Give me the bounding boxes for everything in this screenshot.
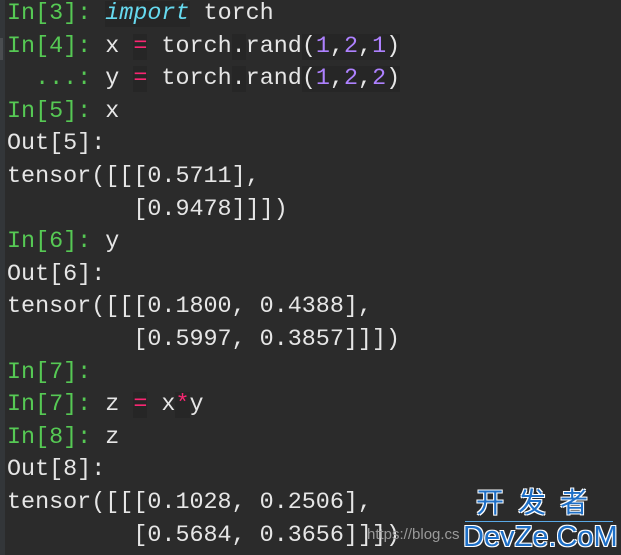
comma: ,: [358, 33, 373, 60]
output-text: [0.9478]]]): [7, 196, 288, 223]
output-line: Out[8]:: [7, 456, 400, 489]
number: 1: [315, 66, 330, 93]
code-text: x: [105, 98, 120, 125]
number: 2: [343, 66, 359, 93]
code-text: x: [147, 392, 176, 419]
output-text: [0.5684, 0.3656]]]): [7, 522, 401, 549]
input-prompt: In[5]:: [7, 98, 106, 125]
paren: ): [386, 33, 401, 60]
variable: z: [105, 392, 134, 419]
input-line: In[3]: import torch: [7, 0, 400, 33]
operator: *: [175, 392, 190, 419]
input-prompt: In[7]:: [7, 359, 92, 386]
code-text: y: [189, 392, 204, 419]
input-prompt: In[7]:: [7, 392, 106, 419]
input-prompt: In[8]:: [7, 424, 106, 451]
output-text: tensor([[[0.5711],: [7, 163, 260, 190]
code-text: torch: [189, 1, 274, 27]
watermark-url: https://blog.cs: [367, 526, 460, 543]
watermark-english-text: DevZe.CoM: [463, 521, 618, 553]
output-text: tensor([[[0.1028, 0.2506],: [7, 489, 372, 516]
input-line: In[7]:: [7, 359, 400, 392]
input-prompt: In[3]:: [7, 1, 106, 27]
watermark-chinese-text: 开发者: [475, 486, 602, 519]
paren: (: [301, 66, 316, 93]
keyword: import: [105, 1, 190, 27]
gutter-marker: [0, 38, 3, 60]
console-gutter: [0, 0, 5, 555]
operator: =: [133, 33, 148, 60]
code-text: torch: [147, 66, 232, 93]
continuation-line: ...: y = torch.rand(1,2,2): [7, 65, 401, 98]
number: 1: [372, 33, 387, 60]
output-prompt: Out[5]:: [7, 131, 106, 158]
input-line: In[8]: z: [7, 424, 400, 457]
paren: (: [301, 33, 316, 60]
operator: =: [133, 66, 148, 93]
code-text: y: [105, 229, 120, 256]
function-name: rand: [245, 66, 302, 93]
watermark-logo: 开发者 DevZe.CoM: [463, 486, 618, 554]
variable: y: [105, 66, 134, 93]
comma: ,: [329, 33, 344, 60]
input-line: In[4]: x = torch.rand(1,2,1): [7, 33, 401, 66]
number: 2: [372, 66, 387, 93]
output-prompt: Out[8]:: [7, 457, 106, 484]
continuation-prompt: ...:: [7, 66, 106, 93]
output-text: tensor([[[0.1800, 0.4388],: [7, 294, 372, 321]
input-prompt: In[4]:: [7, 33, 106, 60]
input-line: In[5]: x: [7, 98, 400, 131]
comma: ,: [329, 66, 344, 93]
output-prompt: Out[6]:: [7, 261, 106, 288]
number: 1: [315, 33, 330, 60]
input-prompt: In[6]:: [7, 229, 106, 256]
input-line: In[7]: z = x*y: [7, 391, 400, 424]
comma: ,: [358, 66, 373, 93]
output-line: Out[6]:: [7, 261, 400, 294]
number: 2: [343, 33, 359, 60]
dot: .: [231, 33, 246, 60]
dot: .: [231, 66, 246, 93]
operator: =: [133, 392, 148, 419]
function-name: rand: [245, 33, 302, 60]
paren: ): [386, 66, 401, 93]
code-text: z: [105, 424, 120, 451]
code-text: torch: [147, 33, 232, 60]
variable: x: [105, 33, 134, 60]
output-line: Out[5]:: [7, 130, 400, 163]
input-line: In[6]: y: [7, 228, 400, 261]
output-text: [0.5997, 0.3857]]]): [7, 326, 401, 353]
console-output: In[3]: import torch In[4]: x = torch.ran…: [7, 0, 401, 554]
ipython-console: In[3]: import torch In[4]: x = torch.ran…: [0, 0, 621, 555]
